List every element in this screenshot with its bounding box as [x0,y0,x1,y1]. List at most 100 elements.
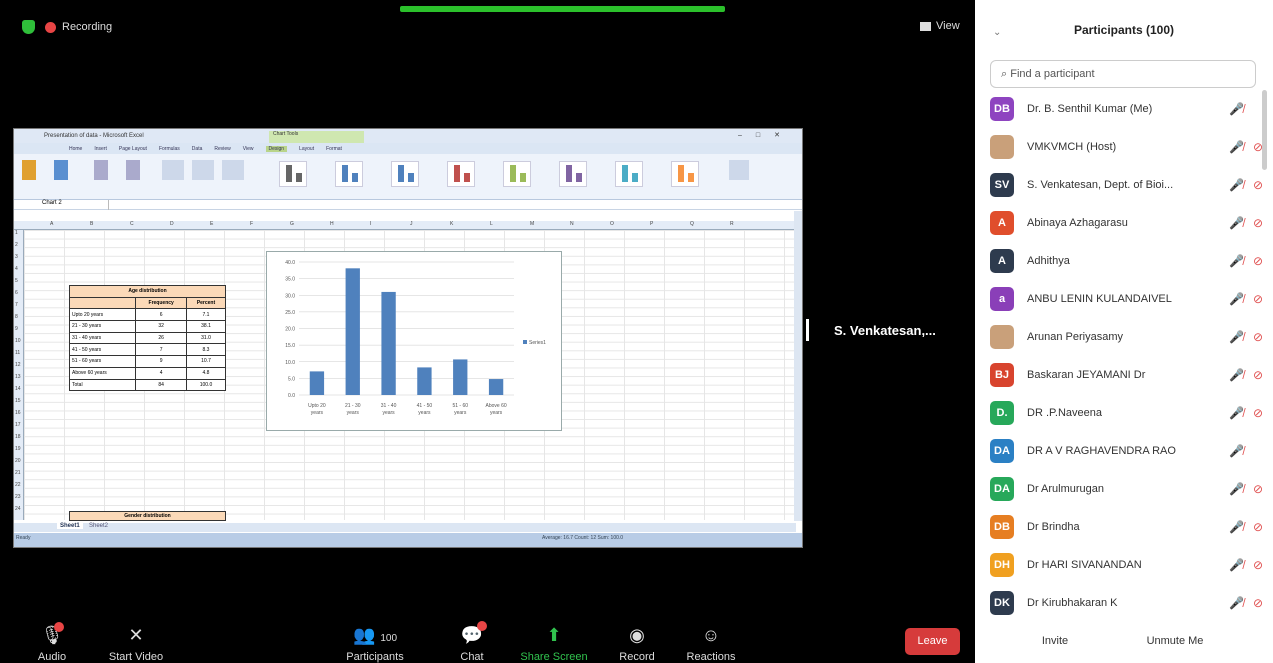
excel-menu-item[interactable]: Data [192,146,203,152]
table-cell[interactable]: 41 - 50 years [68,343,137,357]
chart-style-swatch[interactable] [503,161,531,187]
chart-style-swatch[interactable] [671,161,699,187]
view-button[interactable]: View [920,20,960,32]
chart-style-swatch[interactable] [447,161,475,187]
participant-row[interactable]: BJ Baskaran JEYAMANI Dr 🎤̸ ⊘ [975,356,1263,394]
row-header[interactable]: 4 [15,266,18,272]
row-header[interactable]: 14 [15,386,21,392]
chart-style-swatch[interactable] [615,161,643,187]
participant-row[interactable]: DB Dr Brindha 🎤̸ ⊘ [975,508,1263,546]
leave-button[interactable]: Leave [905,628,960,655]
table-cell[interactable]: 32 [135,320,187,333]
table-cell[interactable]: 9 [135,355,187,368]
participant-row[interactable]: Arunan Periyasamy 🎤̸ ⊘ [975,318,1263,356]
reactions-button[interactable]: ☺ Reactions [671,625,751,663]
sheet-tab-1[interactable]: Sheet1 [57,523,83,529]
row-header[interactable]: 7 [15,302,18,308]
vertical-scrollbar[interactable] [794,211,802,521]
row-header[interactable]: 17 [15,422,21,428]
table-cell[interactable]: 4.8 [185,366,227,380]
table-cell[interactable]: 4 [135,366,187,380]
row-header[interactable]: 8 [15,314,18,320]
chat-button[interactable]: 💬 Chat [432,625,512,663]
table-cell[interactable]: Upto 20 years [68,308,137,322]
column-header[interactable]: L [490,221,493,227]
row-header[interactable]: 16 [15,410,21,416]
row-header[interactable]: 23 [15,494,21,500]
row-header[interactable]: 6 [15,290,18,296]
column-header[interactable]: N [570,221,574,227]
table-cell[interactable]: 31.0 [185,331,227,345]
participant-row[interactable]: VMKVMCH (Host) 🎤̸ ⊘ [975,128,1263,166]
audio-button[interactable]: 🎙 Audio [12,625,92,663]
start-video-button[interactable]: ✕ Start Video [96,625,176,663]
chart-style-swatch[interactable] [335,161,363,187]
participant-row[interactable]: DB Dr. B. Senthil Kumar (Me) 🎤̸ [975,90,1260,128]
row-header[interactable]: 10 [15,338,21,344]
row-header[interactable]: 11 [15,350,20,356]
excel-menu-item[interactable]: Design [265,145,288,152]
column-header[interactable]: A [50,221,53,227]
row-header[interactable]: 21 [15,470,21,476]
participant-row[interactable]: DK Dr Kirubhakaran K 🎤̸ ⊘ [975,584,1263,622]
row-header[interactable]: 22 [15,482,21,488]
share-screen-button[interactable]: ⬆ Share Screen [514,625,594,663]
row-header[interactable]: 24 [15,506,21,512]
column-header[interactable]: I [370,221,371,227]
row-header[interactable]: 15 [15,398,21,404]
participant-search-input[interactable]: ⌕ Find a participant [990,60,1256,88]
column-header[interactable]: H [330,221,334,227]
row-header[interactable]: 9 [15,326,18,332]
table-cell[interactable]: 10.7 [185,355,227,368]
row-header[interactable]: 3 [15,254,18,260]
row-header[interactable]: 18 [15,434,21,440]
row-header[interactable]: 2 [15,242,18,248]
column-header[interactable]: M [530,221,534,227]
table-cell[interactable]: 84 [135,378,187,392]
excel-menu-item[interactable]: Home [69,146,82,152]
chart-style-swatch[interactable] [559,161,587,187]
table-cell[interactable]: 38.1 [185,320,227,333]
column-header[interactable]: F [250,221,253,227]
column-header[interactable]: P [650,221,653,227]
participant-row[interactable]: DA Dr Arulmurugan 🎤̸ ⊘ [975,470,1263,508]
participant-row[interactable]: a ANBU LENIN KULANDAIVEL 🎤̸ ⊘ [975,280,1263,318]
column-header[interactable]: E [210,221,213,227]
row-header[interactable]: 13 [15,374,21,380]
unmute-me-button[interactable]: Unmute Me [1135,628,1215,656]
column-header[interactable]: G [290,221,294,227]
participant-row[interactable]: DA DR A V RAGHAVENDRA RAO 🎤̸ [975,432,1260,470]
table-cell[interactable]: 6 [135,308,187,322]
participant-row[interactable]: A Adhithya 🎤̸ ⊘ [975,242,1263,280]
column-header[interactable]: Q [690,221,694,227]
row-header[interactable]: 12 [15,362,21,368]
bar-chart[interactable]: 0.0 5.0 10.0 15.0 20.0 25.0 30.0 35.0 40.0 Upto 2… [266,251,562,431]
sheet-tab-2[interactable]: Sheet2 [89,523,108,529]
column-header[interactable]: D [170,221,174,227]
chart-style-swatch[interactable] [391,161,419,187]
chart-style-swatch[interactable] [279,161,307,187]
participant-row[interactable]: DH Dr HARI SIVANANDAN 🎤̸ ⊘ [975,546,1263,584]
participant-row[interactable]: D. DR .P.Naveena 🎤̸ ⊘ [975,394,1263,432]
table-cell[interactable]: 7 [135,343,187,357]
row-header[interactable]: 20 [15,458,21,464]
name-box[interactable]: Chart 2 [39,200,109,210]
column-header[interactable]: R [730,221,734,227]
row-header[interactable]: 19 [15,446,21,452]
table-cell[interactable]: 31 - 40 years [68,331,137,345]
table-cell[interactable]: 51 - 60 years [68,355,137,368]
row-header[interactable]: 1 [15,230,18,236]
table-cell[interactable]: 21 - 30 years [68,320,137,333]
participant-row[interactable]: SV S. Venkatesan, Dept. of Bioi... 🎤̸ ⊘ [975,166,1263,204]
column-header[interactable]: J [410,221,413,227]
participant-list-scrollbar[interactable] [1262,90,1267,170]
excel-menu-item[interactable]: Formulas [159,146,180,152]
row-header[interactable]: 5 [15,278,18,284]
record-button[interactable]: ◉ Record [597,625,677,663]
table-cell[interactable]: 100.0 [185,378,227,392]
table-cell[interactable]: 8.3 [185,343,227,357]
table-cell[interactable]: Above 60 years [68,366,137,380]
participant-row[interactable]: A Abinaya Azhagarasu 🎤̸ ⊘ [975,204,1263,242]
excel-menu-item[interactable]: View [243,146,254,152]
excel-menu-item[interactable]: Layout [299,146,314,152]
